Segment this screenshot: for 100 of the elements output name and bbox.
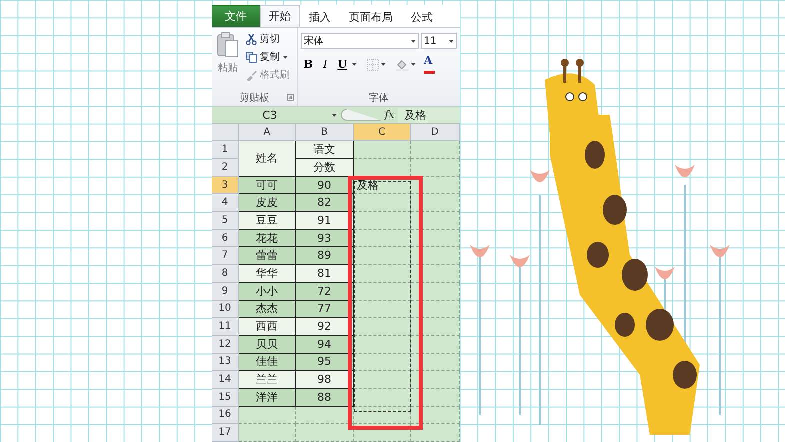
caret-icon <box>352 63 357 66</box>
ribbon-tab[interactable]: 页面布局 <box>340 6 402 27</box>
row-header[interactable]: 12 <box>212 336 239 354</box>
table-cell <box>296 424 354 442</box>
row-header[interactable]: 15 <box>212 388 239 407</box>
table-cell: 可可 <box>239 176 296 194</box>
ribbon-tab[interactable]: 公式 <box>402 6 442 27</box>
table-cell: 91 <box>296 212 354 230</box>
function-button[interactable]: fx <box>385 110 394 121</box>
font-size-field[interactable]: 11 <box>421 33 457 49</box>
font-name-field[interactable]: 宋体 <box>301 33 419 49</box>
clipboard-icon <box>217 32 239 58</box>
formula-field[interactable]: 及格 <box>398 108 460 123</box>
ribbon-tab[interactable]: 插入 <box>300 6 340 27</box>
table-cell <box>411 176 460 194</box>
table-cell: 西西 <box>239 318 296 336</box>
table-cell <box>239 424 296 442</box>
row-header[interactable]: 17 <box>212 424 239 442</box>
row-header[interactable]: 8 <box>212 265 239 283</box>
column-header[interactable]: B <box>296 124 354 142</box>
name-box[interactable]: C3 <box>212 108 328 122</box>
cut-button[interactable]: 剪切 <box>244 31 292 47</box>
table-cell <box>354 300 411 318</box>
ribbon-tab[interactable]: 开始 <box>260 5 300 27</box>
group-label: 字体 <box>369 92 389 106</box>
table-cell <box>354 318 411 336</box>
caret-icon <box>381 63 386 66</box>
table-cell: 洋洋 <box>239 388 296 407</box>
fill-bucket-icon[interactable] <box>396 58 409 70</box>
caret-icon <box>411 40 416 42</box>
select-all-corner[interactable] <box>212 124 239 142</box>
copy-icon <box>246 52 257 62</box>
row-header[interactable]: 1 <box>212 141 239 159</box>
table-cell: 92 <box>296 318 354 336</box>
table-cell: 杰杰 <box>239 300 296 318</box>
row-header[interactable]: 9 <box>212 282 239 300</box>
table-cell <box>354 336 411 354</box>
table-cell <box>411 141 460 159</box>
row-header[interactable]: 3 <box>212 176 239 194</box>
table-cell: 蕾蕾 <box>239 247 296 266</box>
table-cell <box>354 424 411 442</box>
launcher-icon[interactable] <box>287 94 294 102</box>
table-cell <box>411 318 460 336</box>
underline-button[interactable]: U <box>335 56 350 72</box>
row-header[interactable]: 11 <box>212 318 239 336</box>
row-header[interactable]: 16 <box>212 406 239 424</box>
table-cell <box>354 371 411 389</box>
table-cell <box>411 230 460 248</box>
group-label: 剪贴板 <box>240 92 270 106</box>
table-cell <box>411 336 460 354</box>
table-cell <box>411 194 460 212</box>
table-cell <box>354 212 411 230</box>
table-cell <box>239 406 296 424</box>
table-cell: 豆豆 <box>239 212 296 230</box>
bold-button[interactable]: B <box>301 56 316 72</box>
row-header[interactable]: 2 <box>212 159 239 177</box>
table-cell: 98 <box>296 371 354 389</box>
column-header[interactable]: A <box>239 124 296 142</box>
table-cell <box>411 354 460 372</box>
table-cell: 皮皮 <box>239 194 296 212</box>
caret-icon <box>449 40 454 42</box>
row-header[interactable]: 10 <box>212 300 239 318</box>
table-cell <box>354 354 411 372</box>
table-cell <box>411 300 460 318</box>
table-cell <box>411 247 460 266</box>
table-cell: 分数 <box>296 159 354 177</box>
caret-icon <box>332 114 337 117</box>
row-header[interactable]: 7 <box>212 247 239 266</box>
file-tab[interactable]: 文件 <box>212 5 260 27</box>
font-color-button[interactable]: A <box>424 55 435 74</box>
table-cell: 兰兰 <box>239 371 296 389</box>
border-icon[interactable] <box>367 58 379 70</box>
table-cell: 姓名 <box>239 141 296 177</box>
table-cell: 81 <box>296 265 354 283</box>
table-cell <box>354 247 411 266</box>
table-cell: 华华 <box>239 265 296 283</box>
column-header[interactable]: D <box>411 124 460 142</box>
scissors-icon <box>246 34 257 44</box>
italic-button[interactable]: I <box>318 56 333 72</box>
table-cell: 贝贝 <box>239 336 296 354</box>
table-cell <box>296 406 354 424</box>
table-cell: 语文 <box>296 141 354 159</box>
table-cell <box>411 212 460 230</box>
table-cell <box>411 282 460 300</box>
table-cell <box>411 388 460 407</box>
brush-icon <box>246 70 257 80</box>
table-cell: 89 <box>296 247 354 266</box>
row-header[interactable]: 14 <box>212 371 239 389</box>
row-header[interactable]: 13 <box>212 354 239 372</box>
caret-icon <box>283 56 288 58</box>
table-cell <box>411 265 460 283</box>
row-header[interactable]: 4 <box>212 194 239 212</box>
table-cell: 82 <box>296 194 354 212</box>
column-header[interactable]: C <box>354 124 411 142</box>
row-header[interactable]: 6 <box>212 230 239 248</box>
row-header[interactable]: 5 <box>212 212 239 230</box>
copy-button[interactable]: 复制 <box>244 49 292 65</box>
table-cell: 花花 <box>239 230 296 248</box>
table-cell <box>354 282 411 300</box>
table-cell <box>354 230 411 248</box>
